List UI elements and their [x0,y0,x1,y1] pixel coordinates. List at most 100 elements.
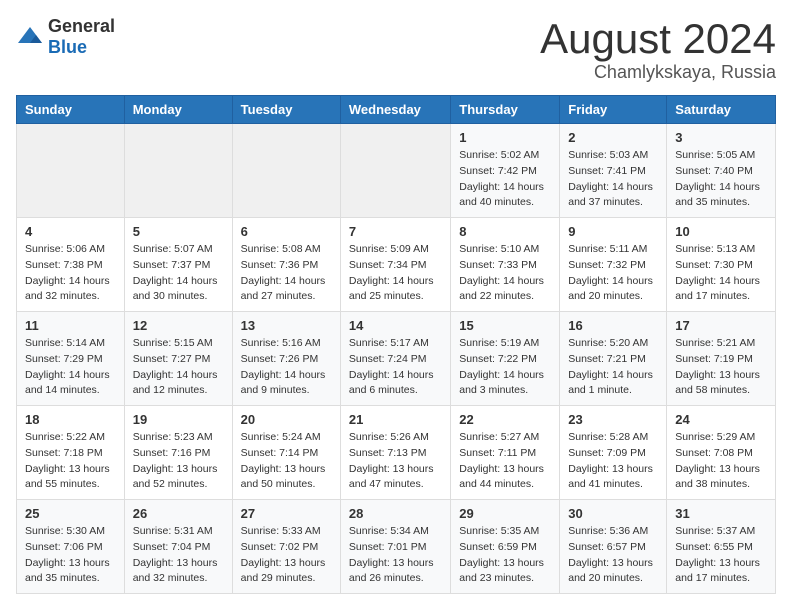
page-header: General Blue August 2024 Chamlykskaya, R… [16,16,776,83]
day-number: 11 [25,318,116,333]
weekday-header-friday: Friday [560,96,667,124]
calendar-week-1: 1 Sunrise: 5:02 AMSunset: 7:42 PMDaylight… [17,124,776,218]
day-detail: Sunrise: 5:33 AMSunset: 7:02 PMDaylight:… [241,524,332,587]
calendar-cell: 13 Sunrise: 5:16 AMSunset: 7:26 PMDayligh… [232,312,340,406]
calendar-cell: 17 Sunrise: 5:21 AMSunset: 7:19 PMDayligh… [667,312,776,406]
day-number: 6 [241,224,332,239]
day-detail: Sunrise: 5:11 AMSunset: 7:32 PMDaylight:… [568,242,658,305]
calendar-cell: 19Sunrise: 5:23 AMSunset: 7:16 PMDayligh… [124,406,232,500]
day-number: 29 [459,506,551,521]
day-detail: Sunrise: 5:09 AMSunset: 7:34 PMDaylight:… [349,242,442,305]
day-number: 10 [675,224,767,239]
day-detail: Sunrise: 5:30 AMSunset: 7:06 PMDaylight:… [25,524,116,587]
calendar-week-3: 11 Sunrise: 5:14 AMSunset: 7:29 PMDayligh… [17,312,776,406]
day-detail: Sunrise: 5:26 AMSunset: 7:13 PMDaylight:… [349,430,442,493]
day-number: 31 [675,506,767,521]
day-detail: Sunrise: 5:35 AMSunset: 6:59 PMDaylight:… [459,524,551,587]
location-title: Chamlykskaya, Russia [540,62,776,83]
day-detail: Sunrise: 5:17 AMSunset: 7:24 PMDaylight:… [349,336,442,399]
calendar-cell: 7 Sunrise: 5:09 AMSunset: 7:34 PMDaylight… [340,218,450,312]
day-number: 3 [675,130,767,145]
calendar-cell: 29 Sunrise: 5:35 AMSunset: 6:59 PMDayligh… [451,500,560,594]
calendar-cell: 16 Sunrise: 5:20 AMSunset: 7:21 PMDayligh… [560,312,667,406]
day-detail: Sunrise: 5:10 AMSunset: 7:33 PMDaylight:… [459,242,551,305]
calendar-cell: 23Sunrise: 5:28 AMSunset: 7:09 PMDayligh… [560,406,667,500]
calendar-cell: 1 Sunrise: 5:02 AMSunset: 7:42 PMDaylight… [451,124,560,218]
weekday-header-monday: Monday [124,96,232,124]
day-detail: Sunrise: 5:22 AMSunset: 7:18 PMDaylight:… [25,430,116,493]
day-number: 7 [349,224,442,239]
calendar-cell: 15 Sunrise: 5:19 AMSunset: 7:22 PMDayligh… [451,312,560,406]
day-detail: Sunrise: 5:23 AMSunset: 7:16 PMDaylight:… [133,430,224,493]
calendar-cell: 26 Sunrise: 5:31 AMSunset: 7:04 PMDayligh… [124,500,232,594]
calendar-cell: 18 Sunrise: 5:22 AMSunset: 7:18 PMDayligh… [17,406,125,500]
day-detail: Sunrise: 5:02 AMSunset: 7:42 PMDaylight:… [459,148,551,211]
day-detail: Sunrise: 5:16 AMSunset: 7:26 PMDaylight:… [241,336,332,399]
day-number: 27 [241,506,332,521]
weekday-header-wednesday: Wednesday [340,96,450,124]
day-detail: Sunrise: 5:05 AMSunset: 7:40 PMDaylight:… [675,148,767,211]
logo: General Blue [16,16,115,58]
day-detail: Sunrise: 5:15 AMSunset: 7:27 PMDaylight:… [133,336,224,399]
logo-blue: Blue [48,37,87,57]
calendar-week-2: 4 Sunrise: 5:06 AMSunset: 7:38 PMDaylight… [17,218,776,312]
calendar-cell: 8 Sunrise: 5:10 AMSunset: 7:33 PMDaylight… [451,218,560,312]
calendar-cell [340,124,450,218]
day-detail: Sunrise: 5:14 AMSunset: 7:29 PMDaylight:… [25,336,116,399]
weekday-header-tuesday: Tuesday [232,96,340,124]
day-number: 8 [459,224,551,239]
calendar-cell: 10 Sunrise: 5:13 AMSunset: 7:30 PMDayligh… [667,218,776,312]
day-detail: Sunrise: 5:24 AMSunset: 7:14 PMDaylight:… [241,430,332,493]
day-detail: Sunrise: 5:19 AMSunset: 7:22 PMDaylight:… [459,336,551,399]
day-number: 12 [133,318,224,333]
calendar-cell: 4 Sunrise: 5:06 AMSunset: 7:38 PMDaylight… [17,218,125,312]
logo-general: General [48,16,115,36]
calendar-cell: 6 Sunrise: 5:08 AMSunset: 7:36 PMDaylight… [232,218,340,312]
month-title: August 2024 [540,16,776,62]
day-number: 16 [568,318,658,333]
day-number: 18 [25,412,116,427]
day-number: 1 [459,130,551,145]
logo-icon [16,25,44,49]
calendar-cell: 27 Sunrise: 5:33 AMSunset: 7:02 PMDayligh… [232,500,340,594]
day-detail: Sunrise: 5:06 AMSunset: 7:38 PMDaylight:… [25,242,116,305]
day-detail: Sunrise: 5:29 AMSunset: 7:08 PMDaylight:… [675,430,767,493]
title-area: August 2024 Chamlykskaya, Russia [540,16,776,83]
day-detail: Sunrise: 5:03 AMSunset: 7:41 PMDaylight:… [568,148,658,211]
day-number: 26 [133,506,224,521]
day-number: 13 [241,318,332,333]
calendar-cell: 12 Sunrise: 5:15 AMSunset: 7:27 PMDayligh… [124,312,232,406]
day-number: 15 [459,318,551,333]
day-number: 5 [133,224,224,239]
day-detail: Sunrise: 5:08 AMSunset: 7:36 PMDaylight:… [241,242,332,305]
calendar-cell: 2Sunrise: 5:03 AMSunset: 7:41 PMDaylight… [560,124,667,218]
day-detail: Sunrise: 5:37 AMSunset: 6:55 PMDaylight:… [675,524,767,587]
calendar-cell: 22Sunrise: 5:27 AMSunset: 7:11 PMDayligh… [451,406,560,500]
day-number: 4 [25,224,116,239]
day-detail: Sunrise: 5:20 AMSunset: 7:21 PMDaylight:… [568,336,658,399]
day-detail: Sunrise: 5:21 AMSunset: 7:19 PMDaylight:… [675,336,767,399]
day-number: 17 [675,318,767,333]
calendar-cell: 21 Sunrise: 5:26 AMSunset: 7:13 PMDayligh… [340,406,450,500]
calendar-cell: 5Sunrise: 5:07 AMSunset: 7:37 PMDaylight… [124,218,232,312]
calendar-cell: 3 Sunrise: 5:05 AMSunset: 7:40 PMDaylight… [667,124,776,218]
calendar-cell: 24Sunrise: 5:29 AMSunset: 7:08 PMDayligh… [667,406,776,500]
day-number: 22 [459,412,551,427]
day-number: 21 [349,412,442,427]
calendar-cell [17,124,125,218]
calendar-cell: 25 Sunrise: 5:30 AMSunset: 7:06 PMDayligh… [17,500,125,594]
weekday-header-row: SundayMondayTuesdayWednesdayThursdayFrid… [17,96,776,124]
day-detail: Sunrise: 5:28 AMSunset: 7:09 PMDaylight:… [568,430,658,493]
day-number: 25 [25,506,116,521]
calendar-week-5: 25 Sunrise: 5:30 AMSunset: 7:06 PMDayligh… [17,500,776,594]
weekday-header-saturday: Saturday [667,96,776,124]
day-detail: Sunrise: 5:31 AMSunset: 7:04 PMDaylight:… [133,524,224,587]
weekday-header-thursday: Thursday [451,96,560,124]
day-detail: Sunrise: 5:34 AMSunset: 7:01 PMDaylight:… [349,524,442,587]
calendar-cell: 28Sunrise: 5:34 AMSunset: 7:01 PMDayligh… [340,500,450,594]
calendar-week-4: 18 Sunrise: 5:22 AMSunset: 7:18 PMDayligh… [17,406,776,500]
calendar-cell: 20Sunrise: 5:24 AMSunset: 7:14 PMDayligh… [232,406,340,500]
day-number: 30 [568,506,658,521]
day-detail: Sunrise: 5:13 AMSunset: 7:30 PMDaylight:… [675,242,767,305]
day-number: 9 [568,224,658,239]
